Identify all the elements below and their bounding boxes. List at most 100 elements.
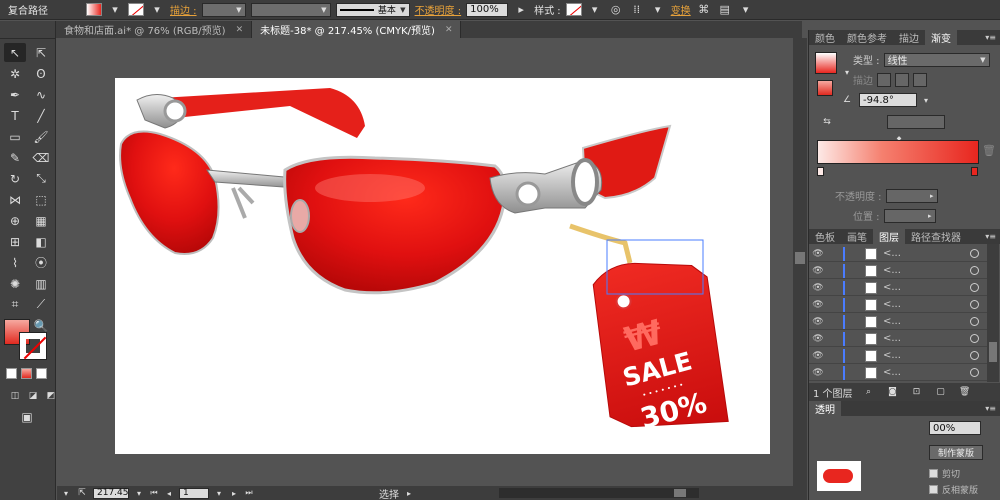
stroke-swatch[interactable] — [128, 3, 144, 16]
gradient-mode-button[interactable] — [21, 368, 32, 379]
last-page-icon[interactable]: ⏭ — [244, 485, 254, 500]
layer-row[interactable]: 👁 <... — [809, 348, 987, 364]
pen-tool-icon[interactable]: ✒ — [4, 85, 26, 104]
chevron-right-icon[interactable]: ▸ — [404, 485, 414, 500]
tab-pathfinder[interactable]: 路径查找器 — [905, 229, 967, 244]
scroll-thumb[interactable] — [989, 342, 997, 362]
first-page-icon[interactable]: ⏮ — [149, 485, 159, 500]
eye-icon[interactable]: 👁 — [809, 249, 827, 259]
clipping-mask-icon[interactable]: ◙ — [885, 384, 901, 400]
chevron-down-icon[interactable]: ▾ — [134, 485, 144, 500]
trash-icon[interactable]: 🗑 — [981, 142, 997, 158]
layer-row[interactable]: 👁 <... — [809, 280, 987, 296]
next-page-icon[interactable]: ▸ — [229, 485, 239, 500]
perspective-grid-tool-icon[interactable]: ▦ — [30, 211, 52, 230]
gradient-tool-icon[interactable]: ◧ — [30, 232, 52, 251]
opacity-label[interactable]: 不透明度 : — [415, 2, 462, 17]
artboard[interactable]: ₩ SALE • • • • • • • 30% — [115, 78, 770, 454]
target-icon[interactable] — [970, 300, 979, 309]
page-field[interactable]: 1 — [179, 487, 209, 499]
tab-color-guide[interactable]: 颜色参考 — [841, 30, 893, 45]
chevron-down-icon[interactable]: ▾ — [107, 2, 123, 18]
line-tool-icon[interactable]: ╱ — [30, 106, 52, 125]
layer-row[interactable]: 👁 <... — [809, 314, 987, 330]
screen-mode-icon[interactable]: ▣ — [16, 407, 38, 426]
curvature-tool-icon[interactable]: ∿ — [30, 85, 52, 104]
tab-layers[interactable]: 图层 — [873, 229, 905, 244]
draw-inside-icon[interactable]: ◩ — [44, 389, 58, 403]
eraser-tool-icon[interactable]: ⌫ — [30, 148, 52, 167]
close-icon[interactable]: ✕ — [236, 25, 244, 35]
symbol-sprayer-tool-icon[interactable]: ✺ — [4, 274, 26, 293]
recolor-icon[interactable]: ◎ — [608, 2, 624, 18]
rectangle-tool-icon[interactable]: ▭ — [4, 127, 26, 146]
tab-document-1[interactable]: 食物和店面.ai* @ 76% (RGB/预览) ✕ — [56, 21, 253, 38]
target-icon[interactable] — [970, 266, 979, 275]
toolbox-grip[interactable] — [0, 21, 55, 39]
draw-behind-icon[interactable]: ◪ — [26, 389, 40, 403]
target-icon[interactable] — [970, 249, 979, 258]
sunglasses-artwork[interactable]: ₩ SALE • • • • • • • 30% — [115, 78, 770, 454]
horizontal-scrollbar[interactable] — [499, 488, 699, 498]
draw-normal-icon[interactable]: ◫ — [8, 389, 22, 403]
chevron-down-icon[interactable]: ▾ — [650, 2, 666, 18]
tab-stroke[interactable]: 描边 — [893, 30, 925, 45]
direct-selection-tool-icon[interactable]: ⇱ — [30, 43, 52, 62]
layer-row[interactable]: 👁 <... — [809, 246, 987, 262]
close-icon[interactable]: ✕ — [445, 25, 453, 35]
chevron-down-icon[interactable]: ▾ — [149, 2, 165, 18]
fill-swatch[interactable] — [86, 3, 102, 16]
stroke-color-box[interactable] — [19, 332, 47, 360]
stroke-gradient-option-3[interactable] — [913, 72, 927, 87]
target-icon[interactable] — [970, 334, 979, 343]
isolate-icon[interactable]: ⌘ — [696, 2, 712, 18]
scale-tool-icon[interactable]: ⤡ — [30, 169, 52, 188]
graphic-style-swatch[interactable] — [565, 3, 582, 16]
panel-menu-icon[interactable]: ▾≡ — [985, 404, 1000, 413]
target-icon[interactable] — [970, 351, 979, 360]
target-icon[interactable] — [970, 317, 979, 326]
eye-icon[interactable]: 👁 — [809, 351, 827, 361]
stroke-label[interactable]: 描边 : — [170, 2, 197, 17]
panel-menu-icon[interactable]: ▾≡ — [985, 33, 1000, 42]
graph-tool-icon[interactable]: ▥ — [30, 274, 52, 293]
eye-icon[interactable]: 👁 — [809, 334, 827, 344]
eye-icon[interactable]: 👁 — [809, 300, 827, 310]
mesh-tool-icon[interactable]: ⊞ — [4, 232, 26, 251]
rotate-tool-icon[interactable]: ↻ — [4, 169, 26, 188]
gradient-stop-end[interactable] — [971, 167, 978, 176]
clip-checkbox[interactable]: 剪切 — [929, 467, 960, 480]
chevron-down-icon[interactable]: ▾ — [738, 2, 754, 18]
chevron-right-icon[interactable]: ▸ — [513, 2, 529, 18]
color-mode-button[interactable] — [6, 368, 17, 379]
target-icon[interactable] — [970, 283, 979, 292]
width-tool-icon[interactable]: ⋈ — [4, 190, 26, 209]
export-icon[interactable]: ⇱ — [76, 485, 88, 500]
chevron-down-icon[interactable]: ▾ — [921, 92, 931, 108]
tab-color[interactable]: 颜色 — [809, 30, 841, 45]
variable-width-dropdown[interactable]: ▼ — [250, 2, 331, 17]
selection-tool-icon[interactable]: ↖ — [4, 43, 26, 62]
stop-opacity-dropdown[interactable]: ▸ — [885, 188, 938, 203]
eye-icon[interactable]: 👁 — [809, 317, 827, 327]
tab-document-2[interactable]: 未标题-38* @ 217.45% (CMYK/预览) ✕ — [252, 21, 462, 38]
transform-link[interactable]: 变换 — [671, 2, 691, 17]
lasso-tool-icon[interactable]: ʘ — [30, 64, 52, 83]
tab-swatches[interactable]: 色板 — [809, 229, 841, 244]
none-mode-button[interactable] — [36, 368, 47, 379]
eyedropper-tool-icon[interactable]: ⌇ — [4, 253, 26, 272]
shape-builder-tool-icon[interactable]: ⊕ — [4, 211, 26, 230]
stroke-style-dropdown[interactable]: 基本 ▼ — [335, 2, 410, 17]
stroke-gradient-option-1[interactable] — [877, 72, 891, 87]
layer-row[interactable]: 👁 <... — [809, 331, 987, 347]
chevron-down-icon[interactable]: ▾ — [61, 485, 71, 500]
gradient-fill-swatch[interactable] — [817, 80, 833, 96]
target-icon[interactable] — [970, 368, 979, 377]
zoom-field[interactable]: 217.45 — [93, 487, 129, 499]
stroke-weight-dropdown[interactable]: ▼ — [201, 2, 246, 17]
scroll-thumb[interactable] — [795, 252, 805, 264]
align-icon[interactable]: ⁞⁞ — [629, 2, 645, 18]
magic-wand-tool-icon[interactable]: ✲ — [4, 64, 26, 83]
transparency-opacity-field[interactable]: 00% — [929, 421, 981, 435]
angle-field[interactable]: -94.8° — [859, 93, 917, 107]
